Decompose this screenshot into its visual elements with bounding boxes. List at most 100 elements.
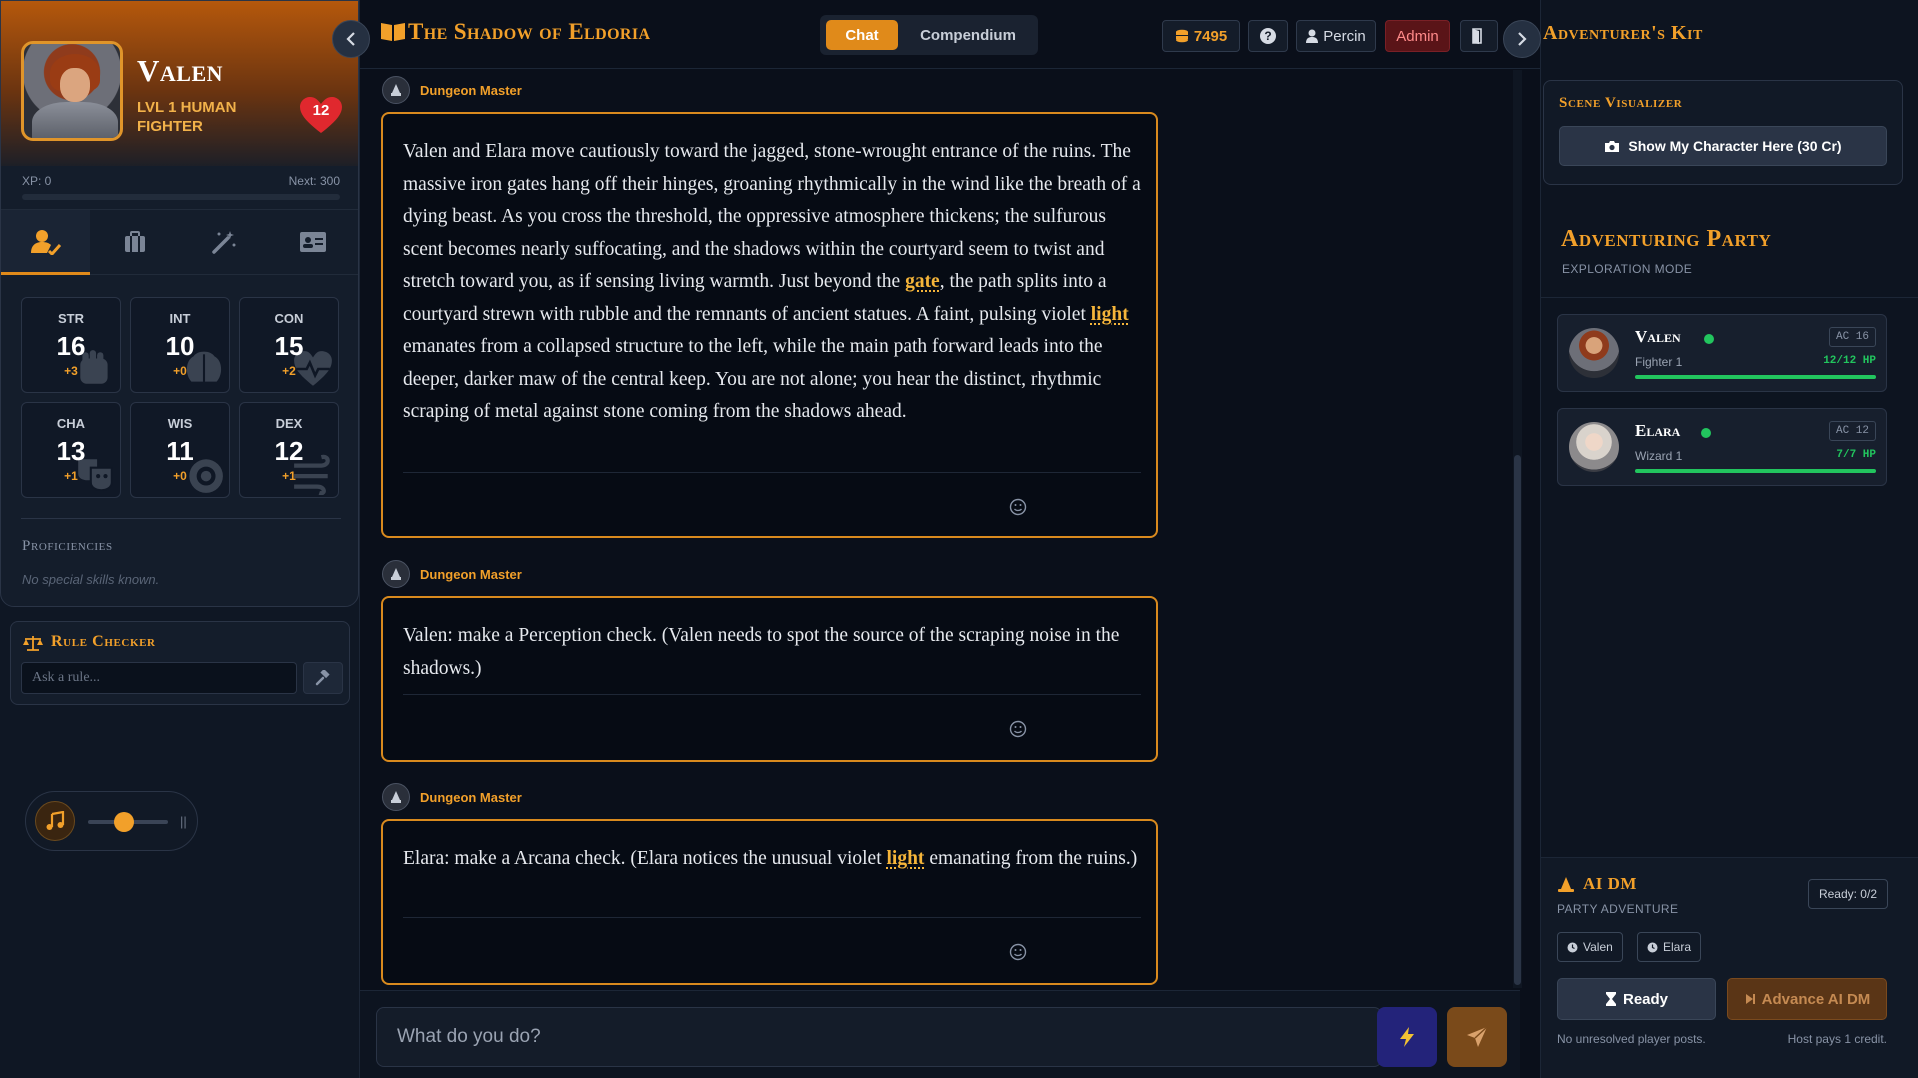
quick-action-button[interactable] xyxy=(1377,1007,1437,1067)
clock-icon xyxy=(1647,942,1658,952)
stat-modifier: +0 xyxy=(173,469,187,483)
chevron-right-icon xyxy=(1518,32,1527,46)
keyword-link[interactable]: light xyxy=(887,848,925,869)
stat-cha[interactable]: CHA 13 +1 xyxy=(21,402,121,498)
party-member-elara[interactable]: Elara Wizard 1 AC 12 7/7 HP xyxy=(1557,408,1887,486)
keyword-link[interactable]: gate xyxy=(905,271,940,292)
credits-button[interactable]: 7495 xyxy=(1162,20,1240,52)
tab-identity[interactable] xyxy=(269,210,358,274)
tab-chat[interactable]: Chat xyxy=(826,20,898,50)
volume-slider-handle[interactable] xyxy=(114,812,134,832)
music-toggle-button[interactable] xyxy=(35,801,75,841)
character-tabs xyxy=(1,209,358,275)
ai-dm-panel: AI DM PARTY ADVENTURE Ready: 0/2 Valen E… xyxy=(1541,857,1918,1078)
emoji-react-icon[interactable] xyxy=(1009,943,1027,961)
stat-con[interactable]: CON 15 +2 xyxy=(239,297,339,393)
message-text: Elara: make a Arcana check. (Elara notic… xyxy=(403,848,1138,869)
member-avatar xyxy=(1569,328,1619,378)
show-character-button[interactable]: Show My Character Here (30 Cr) xyxy=(1559,126,1887,166)
help-icon: ? xyxy=(1260,28,1276,44)
chat-log[interactable]: Dungeon Master Valen and Elara move caut… xyxy=(360,70,1520,988)
player-chip-label: Elara xyxy=(1663,940,1692,954)
forward-step-icon xyxy=(1745,994,1755,1004)
advance-button-label: Advance AI DM xyxy=(1761,990,1871,1008)
stat-value: 13 xyxy=(56,436,86,466)
chat-scrollbar-thumb[interactable] xyxy=(1514,455,1521,985)
member-ac: AC 12 xyxy=(1828,421,1876,441)
member-avatar xyxy=(1569,422,1619,472)
character-portrait[interactable] xyxy=(21,41,123,141)
ability-scores: STR 16 +3 INT 10 +0 CON 15 +2 CHA 13 +1 xyxy=(21,297,341,498)
top-header: The Shadow of Eldoria Chat Compendium 74… xyxy=(360,0,1540,69)
online-status-icon xyxy=(1704,334,1714,344)
ai-dm-status: No unresolved player posts. xyxy=(1557,1032,1706,1046)
player-chip-label: Valen xyxy=(1583,940,1613,954)
stat-wis[interactable]: WIS 11 +0 xyxy=(130,402,230,498)
stat-label: INT xyxy=(169,311,191,326)
stat-value: 11 xyxy=(166,436,194,466)
ai-dm-subtitle: PARTY ADVENTURE xyxy=(1557,902,1679,916)
xp-next-label: Next: 300 xyxy=(288,174,340,188)
ai-dm-cost-note: Host pays 1 credit. xyxy=(1787,1032,1887,1046)
tab-spells[interactable] xyxy=(180,210,269,274)
member-name: Valen xyxy=(1635,327,1681,346)
party-title: Adventuring Party xyxy=(1561,226,1772,252)
collapse-right-button[interactable] xyxy=(1503,20,1541,58)
send-button[interactable] xyxy=(1447,1007,1507,1067)
stat-value: 10 xyxy=(165,331,195,361)
member-class: Fighter 1 xyxy=(1635,355,1683,369)
stat-value: 15 xyxy=(274,331,304,361)
tab-character[interactable] xyxy=(1,210,91,275)
advance-ai-dm-button[interactable]: Advance AI DM xyxy=(1727,978,1887,1020)
scene-visualizer: Scene Visualizer Show My Character Here … xyxy=(1543,80,1903,185)
collapse-left-button[interactable] xyxy=(332,20,370,58)
help-button[interactable]: ? xyxy=(1248,20,1288,52)
keyword-link[interactable]: light xyxy=(1091,304,1129,325)
tab-compendium[interactable]: Compendium xyxy=(904,20,1032,50)
party-member-valen[interactable]: Valen Fighter 1 AC 16 12/12 HP xyxy=(1557,314,1887,392)
member-hp-bar xyxy=(1635,469,1876,473)
exit-button[interactable] xyxy=(1460,20,1498,52)
proficiencies-empty: No special skills known. xyxy=(22,572,160,587)
member-hp-bar xyxy=(1635,375,1876,379)
action-bar xyxy=(360,990,1520,1078)
scale-icon xyxy=(23,636,43,651)
emoji-react-icon[interactable] xyxy=(1009,720,1027,738)
game-title: The Shadow of Eldoria xyxy=(380,19,650,45)
pause-icon[interactable]: || xyxy=(180,814,187,829)
ready-button[interactable]: Ready xyxy=(1557,978,1716,1020)
rule-checker-title: Rule Checker xyxy=(51,633,156,650)
stat-modifier: +1 xyxy=(64,469,78,483)
divider xyxy=(21,518,341,519)
rule-submit-button[interactable] xyxy=(303,662,343,694)
message-header: Dungeon Master xyxy=(382,783,522,811)
player-chip: Elara xyxy=(1637,932,1702,962)
action-input[interactable] xyxy=(376,1007,1382,1067)
emoji-react-icon[interactable] xyxy=(1009,498,1027,516)
stat-modifier: +3 xyxy=(64,364,78,378)
xp-label: XP: 0 xyxy=(22,174,52,188)
wizard-icon xyxy=(391,84,401,96)
user-button[interactable]: Percin xyxy=(1296,20,1376,52)
stat-dex[interactable]: DEX 12 +1 xyxy=(239,402,339,498)
hp-value: 12 xyxy=(312,102,330,119)
message-author: Dungeon Master xyxy=(420,82,522,98)
message-bubble: Valen and Elara move cautiously toward t… xyxy=(381,112,1158,538)
ready-button-label: Ready xyxy=(1622,990,1669,1008)
stat-int[interactable]: INT 10 +0 xyxy=(130,297,230,393)
member-class: Wizard 1 xyxy=(1635,449,1683,463)
rule-input[interactable] xyxy=(21,662,297,694)
member-hp: 7/7 HP xyxy=(1836,449,1876,461)
message-header: Dungeon Master xyxy=(382,76,522,104)
ai-dm-title: AI DM xyxy=(1583,874,1637,893)
admin-button[interactable]: Admin xyxy=(1385,20,1450,52)
stat-modifier: +0 xyxy=(173,364,187,378)
inventory-icon xyxy=(124,231,145,252)
music-note-icon xyxy=(46,811,65,830)
message-text: Valen and Elara move cautiously toward t… xyxy=(403,141,1141,422)
user-name: Percin xyxy=(1323,27,1366,45)
tab-inventory[interactable] xyxy=(90,210,179,274)
stat-str[interactable]: STR 16 +3 xyxy=(21,297,121,393)
stat-label: CON xyxy=(274,311,304,326)
clock-icon xyxy=(1567,942,1578,952)
